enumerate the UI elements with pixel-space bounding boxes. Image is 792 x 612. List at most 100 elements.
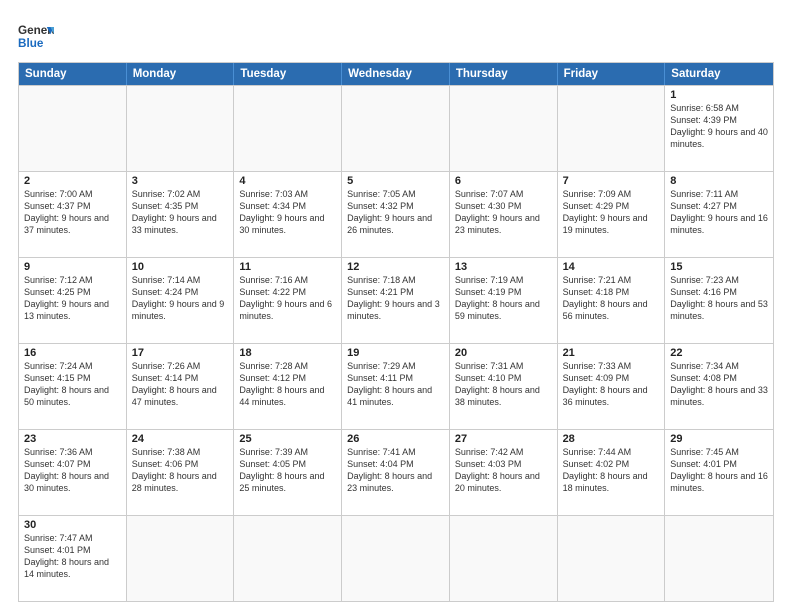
day-headers: SundayMondayTuesdayWednesdayThursdayFrid… <box>19 63 773 85</box>
calendar-cell: 26Sunrise: 7:41 AM Sunset: 4:04 PM Dayli… <box>342 430 450 515</box>
calendar-cell: 13Sunrise: 7:19 AM Sunset: 4:19 PM Dayli… <box>450 258 558 343</box>
calendar-cell: 23Sunrise: 7:36 AM Sunset: 4:07 PM Dayli… <box>19 430 127 515</box>
calendar-cell: 22Sunrise: 7:34 AM Sunset: 4:08 PM Dayli… <box>665 344 773 429</box>
day-info: Sunrise: 7:12 AM Sunset: 4:25 PM Dayligh… <box>24 274 121 323</box>
calendar: SundayMondayTuesdayWednesdayThursdayFrid… <box>18 62 774 602</box>
header: General Blue <box>18 18 774 54</box>
day-info: Sunrise: 7:28 AM Sunset: 4:12 PM Dayligh… <box>239 360 336 409</box>
day-info: Sunrise: 7:03 AM Sunset: 4:34 PM Dayligh… <box>239 188 336 237</box>
day-number: 29 <box>670 433 768 445</box>
calendar-cell <box>450 86 558 171</box>
day-info: Sunrise: 7:07 AM Sunset: 4:30 PM Dayligh… <box>455 188 552 237</box>
calendar-cell: 6Sunrise: 7:07 AM Sunset: 4:30 PM Daylig… <box>450 172 558 257</box>
day-info: Sunrise: 7:38 AM Sunset: 4:06 PM Dayligh… <box>132 446 229 495</box>
day-number: 2 <box>24 175 121 187</box>
day-info: Sunrise: 7:16 AM Sunset: 4:22 PM Dayligh… <box>239 274 336 323</box>
day-info: Sunrise: 7:42 AM Sunset: 4:03 PM Dayligh… <box>455 446 552 495</box>
day-number: 1 <box>670 89 768 101</box>
day-info: Sunrise: 7:21 AM Sunset: 4:18 PM Dayligh… <box>563 274 660 323</box>
calendar-cell: 25Sunrise: 7:39 AM Sunset: 4:05 PM Dayli… <box>234 430 342 515</box>
calendar-cell: 27Sunrise: 7:42 AM Sunset: 4:03 PM Dayli… <box>450 430 558 515</box>
calendar-cell <box>450 516 558 601</box>
week-row-1: 2Sunrise: 7:00 AM Sunset: 4:37 PM Daylig… <box>19 171 773 257</box>
calendar-cell <box>342 86 450 171</box>
day-number: 27 <box>455 433 552 445</box>
calendar-cell: 24Sunrise: 7:38 AM Sunset: 4:06 PM Dayli… <box>127 430 235 515</box>
day-number: 9 <box>24 261 121 273</box>
day-info: Sunrise: 7:18 AM Sunset: 4:21 PM Dayligh… <box>347 274 444 323</box>
calendar-cell: 21Sunrise: 7:33 AM Sunset: 4:09 PM Dayli… <box>558 344 666 429</box>
day-header-thursday: Thursday <box>450 63 558 85</box>
day-number: 19 <box>347 347 444 359</box>
day-number: 8 <box>670 175 768 187</box>
day-number: 13 <box>455 261 552 273</box>
calendar-cell <box>127 86 235 171</box>
calendar-cell: 18Sunrise: 7:28 AM Sunset: 4:12 PM Dayli… <box>234 344 342 429</box>
day-number: 3 <box>132 175 229 187</box>
calendar-cell: 3Sunrise: 7:02 AM Sunset: 4:35 PM Daylig… <box>127 172 235 257</box>
day-info: Sunrise: 7:23 AM Sunset: 4:16 PM Dayligh… <box>670 274 768 323</box>
calendar-cell <box>234 86 342 171</box>
day-number: 18 <box>239 347 336 359</box>
calendar-cell: 16Sunrise: 7:24 AM Sunset: 4:15 PM Dayli… <box>19 344 127 429</box>
day-number: 16 <box>24 347 121 359</box>
day-number: 15 <box>670 261 768 273</box>
day-number: 23 <box>24 433 121 445</box>
calendar-cell: 20Sunrise: 7:31 AM Sunset: 4:10 PM Dayli… <box>450 344 558 429</box>
calendar-cell: 4Sunrise: 7:03 AM Sunset: 4:34 PM Daylig… <box>234 172 342 257</box>
calendar-cell <box>665 516 773 601</box>
day-info: Sunrise: 7:02 AM Sunset: 4:35 PM Dayligh… <box>132 188 229 237</box>
day-info: Sunrise: 7:47 AM Sunset: 4:01 PM Dayligh… <box>24 532 121 581</box>
day-info: Sunrise: 7:00 AM Sunset: 4:37 PM Dayligh… <box>24 188 121 237</box>
day-info: Sunrise: 7:33 AM Sunset: 4:09 PM Dayligh… <box>563 360 660 409</box>
day-header-monday: Monday <box>127 63 235 85</box>
day-header-friday: Friday <box>558 63 666 85</box>
calendar-cell: 19Sunrise: 7:29 AM Sunset: 4:11 PM Dayli… <box>342 344 450 429</box>
calendar-cell: 28Sunrise: 7:44 AM Sunset: 4:02 PM Dayli… <box>558 430 666 515</box>
day-info: Sunrise: 7:11 AM Sunset: 4:27 PM Dayligh… <box>670 188 768 237</box>
calendar-cell: 2Sunrise: 7:00 AM Sunset: 4:37 PM Daylig… <box>19 172 127 257</box>
day-info: Sunrise: 6:58 AM Sunset: 4:39 PM Dayligh… <box>670 102 768 151</box>
day-number: 22 <box>670 347 768 359</box>
week-row-4: 23Sunrise: 7:36 AM Sunset: 4:07 PM Dayli… <box>19 429 773 515</box>
calendar-cell <box>342 516 450 601</box>
week-row-0: 1Sunrise: 6:58 AM Sunset: 4:39 PM Daylig… <box>19 85 773 171</box>
calendar-cell: 15Sunrise: 7:23 AM Sunset: 4:16 PM Dayli… <box>665 258 773 343</box>
day-number: 6 <box>455 175 552 187</box>
day-info: Sunrise: 7:09 AM Sunset: 4:29 PM Dayligh… <box>563 188 660 237</box>
logo-icon: General Blue <box>18 18 54 54</box>
calendar-cell: 10Sunrise: 7:14 AM Sunset: 4:24 PM Dayli… <box>127 258 235 343</box>
calendar-cell: 17Sunrise: 7:26 AM Sunset: 4:14 PM Dayli… <box>127 344 235 429</box>
calendar-cell: 5Sunrise: 7:05 AM Sunset: 4:32 PM Daylig… <box>342 172 450 257</box>
calendar-cell: 11Sunrise: 7:16 AM Sunset: 4:22 PM Dayli… <box>234 258 342 343</box>
calendar-cell <box>558 516 666 601</box>
svg-text:General: General <box>18 24 54 37</box>
day-number: 28 <box>563 433 660 445</box>
day-header-saturday: Saturday <box>665 63 773 85</box>
day-number: 30 <box>24 519 121 531</box>
day-info: Sunrise: 7:19 AM Sunset: 4:19 PM Dayligh… <box>455 274 552 323</box>
day-header-tuesday: Tuesday <box>234 63 342 85</box>
day-number: 10 <box>132 261 229 273</box>
calendar-cell: 30Sunrise: 7:47 AM Sunset: 4:01 PM Dayli… <box>19 516 127 601</box>
calendar-cell: 8Sunrise: 7:11 AM Sunset: 4:27 PM Daylig… <box>665 172 773 257</box>
calendar-cell: 7Sunrise: 7:09 AM Sunset: 4:29 PM Daylig… <box>558 172 666 257</box>
logo: General Blue <box>18 18 54 54</box>
day-info: Sunrise: 7:36 AM Sunset: 4:07 PM Dayligh… <box>24 446 121 495</box>
day-header-wednesday: Wednesday <box>342 63 450 85</box>
day-number: 26 <box>347 433 444 445</box>
calendar-cell <box>19 86 127 171</box>
day-number: 14 <box>563 261 660 273</box>
day-info: Sunrise: 7:41 AM Sunset: 4:04 PM Dayligh… <box>347 446 444 495</box>
day-number: 11 <box>239 261 336 273</box>
day-info: Sunrise: 7:39 AM Sunset: 4:05 PM Dayligh… <box>239 446 336 495</box>
day-header-sunday: Sunday <box>19 63 127 85</box>
day-info: Sunrise: 7:26 AM Sunset: 4:14 PM Dayligh… <box>132 360 229 409</box>
day-number: 24 <box>132 433 229 445</box>
day-number: 17 <box>132 347 229 359</box>
calendar-cell <box>558 86 666 171</box>
calendar-cell <box>127 516 235 601</box>
day-number: 4 <box>239 175 336 187</box>
day-number: 12 <box>347 261 444 273</box>
day-number: 20 <box>455 347 552 359</box>
